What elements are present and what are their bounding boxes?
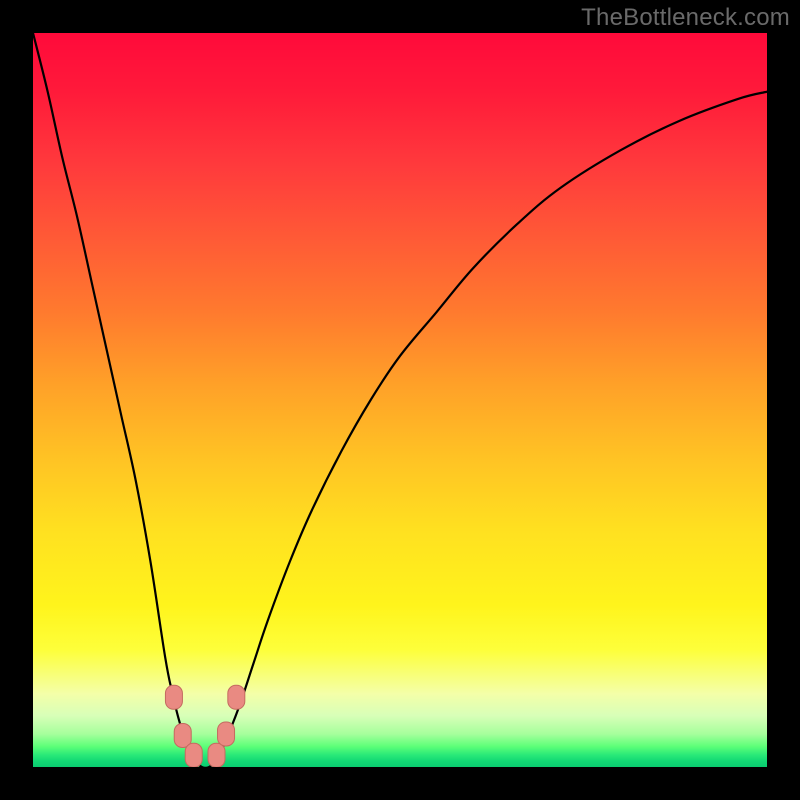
curve-marker (165, 685, 182, 709)
bottleneck-curve (33, 33, 767, 767)
curve-marker (174, 723, 191, 747)
curve-markers (165, 685, 244, 767)
curve-marker (208, 743, 225, 767)
chart-frame: TheBottleneck.com (0, 0, 800, 800)
curve-marker (185, 743, 202, 767)
curve-layer (33, 33, 767, 767)
plot-area (33, 33, 767, 767)
curve-marker (228, 685, 245, 709)
curve-marker (218, 722, 235, 746)
watermark-text: TheBottleneck.com (581, 4, 790, 32)
